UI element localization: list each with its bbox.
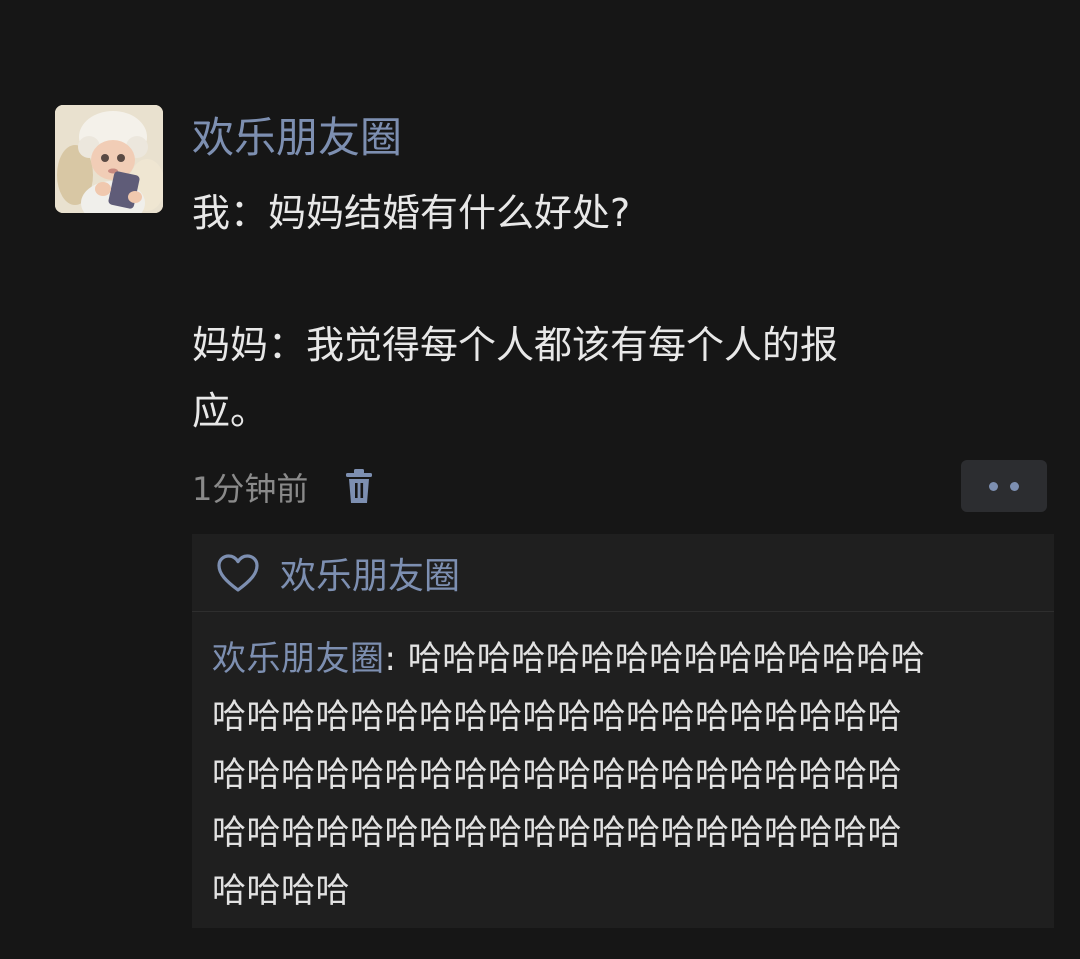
comment-text: 哈哈哈哈哈哈哈哈哈哈哈哈哈哈哈 <box>407 639 926 679</box>
comment-line: 哈哈哈哈哈哈哈哈哈哈哈哈哈哈哈哈哈哈哈哈 <box>212 697 902 737</box>
comment-line: 哈哈哈哈哈哈哈哈哈哈哈哈哈哈哈哈哈哈哈哈 <box>212 755 902 795</box>
more-dots-icon <box>1010 481 1019 491</box>
comment-line: 欢乐朋友圈: 哈哈哈哈哈哈哈哈哈哈哈哈哈哈哈 <box>212 630 1042 688</box>
trash-icon[interactable] <box>344 469 374 505</box>
post-content-line: 妈妈：我觉得每个人都该有每个人的报 <box>192 323 839 367</box>
comment-line: 哈哈哈哈哈哈哈哈哈哈哈哈哈哈哈哈哈哈哈哈 <box>212 813 902 853</box>
comment-separator: : <box>384 639 408 679</box>
post-content-line: 应。 <box>192 389 269 433</box>
more-dots-icon <box>989 481 998 491</box>
post-content-line: 我：妈妈结婚有什么好处? <box>192 191 631 235</box>
post-timestamp: 1分钟前 <box>192 470 309 508</box>
post-author-name[interactable]: 欢乐朋友圈 <box>192 110 402 166</box>
likes-row: 欢乐朋友圈 <box>192 534 1054 612</box>
comment[interactable]: 欢乐朋友圈: 哈哈哈哈哈哈哈哈哈哈哈哈哈哈哈 哈哈哈哈哈哈哈哈哈哈哈哈哈哈哈哈哈… <box>212 630 1042 920</box>
liker-name[interactable]: 欢乐朋友圈 <box>280 547 460 599</box>
post-meta: 1分钟前 <box>192 462 374 512</box>
comment-line: 哈哈哈哈 <box>212 871 350 911</box>
avatar-image <box>55 105 163 213</box>
avatar[interactable] <box>55 105 163 213</box>
post-content-spacer <box>192 246 992 312</box>
heart-icon <box>216 553 260 593</box>
post-content: 我：妈妈结婚有什么好处? 妈妈：我觉得每个人都该有每个人的报 应。 <box>192 180 992 444</box>
more-actions-button[interactable] <box>961 460 1047 512</box>
commenter-name[interactable]: 欢乐朋友圈 <box>212 639 385 679</box>
likes-comments-panel: 欢乐朋友圈 欢乐朋友圈: 哈哈哈哈哈哈哈哈哈哈哈哈哈哈哈 哈哈哈哈哈哈哈哈哈哈哈… <box>192 534 1054 928</box>
moment-post: 欢乐朋友圈 我：妈妈结婚有什么好处? 妈妈：我觉得每个人都该有每个人的报 应。 … <box>0 0 1080 959</box>
